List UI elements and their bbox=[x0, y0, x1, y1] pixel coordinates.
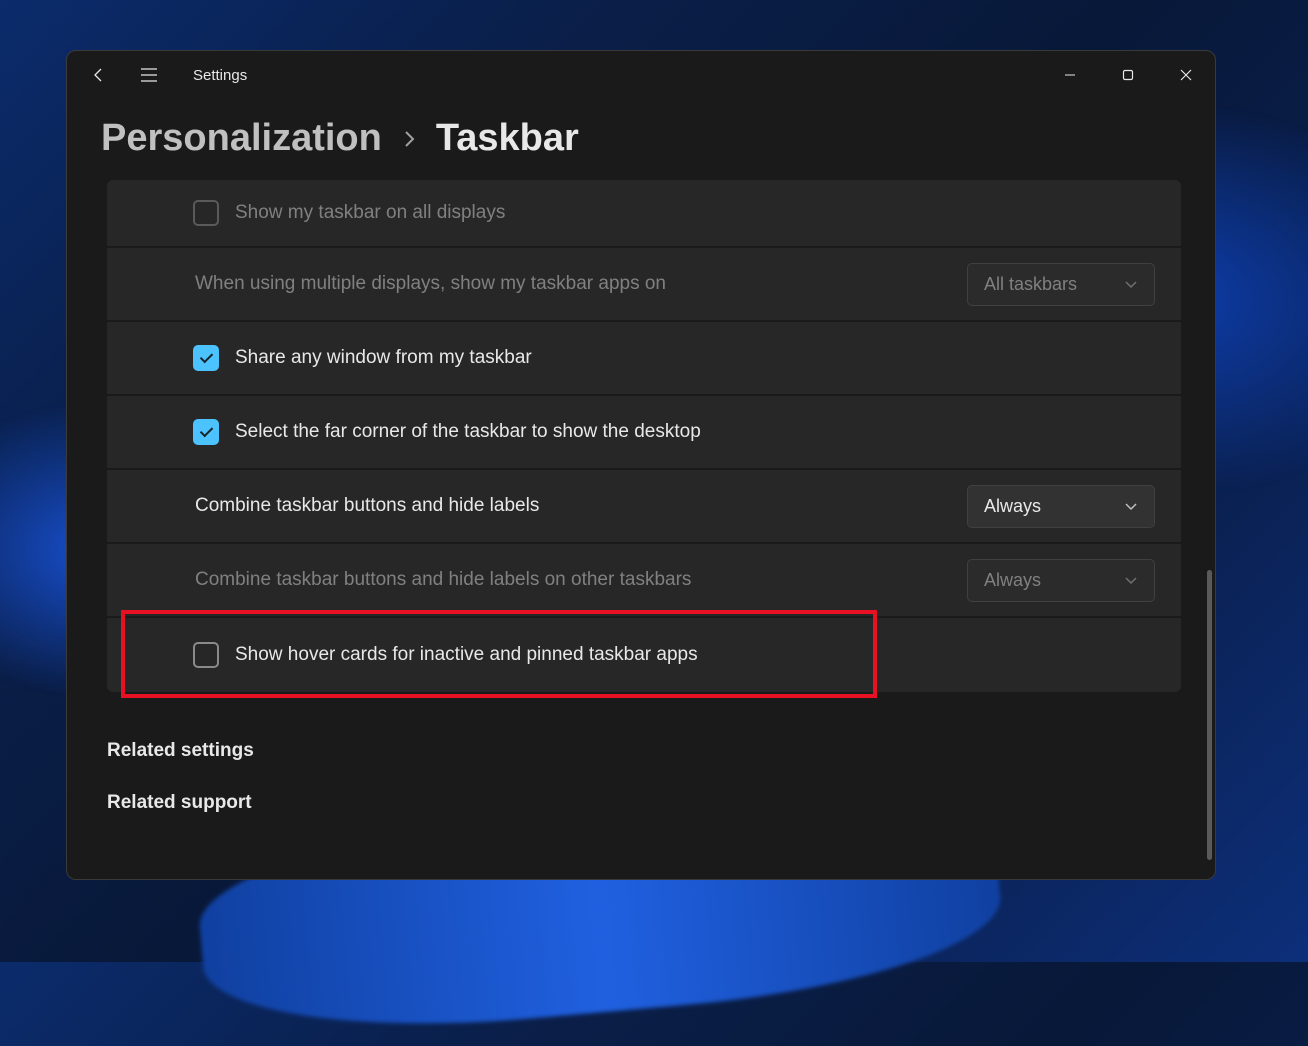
combine-buttons-other-dropdown-value: Always bbox=[984, 570, 1041, 591]
scrollbar-thumb[interactable] bbox=[1207, 570, 1212, 860]
setting-row-show-all-displays: Show my taskbar on all displays bbox=[107, 180, 1181, 248]
combine-buttons-other-label: Combine taskbar buttons and hide labels … bbox=[195, 569, 967, 591]
settings-window: Settings Personalization Taskbar Show my… bbox=[66, 50, 1216, 880]
hover-cards-label: Show hover cards for inactive and pinned… bbox=[235, 644, 1155, 666]
far-corner-desktop-label: Select the far corner of the taskbar to … bbox=[235, 421, 1155, 443]
chevron-down-icon bbox=[1124, 575, 1138, 585]
window-controls bbox=[1041, 55, 1215, 95]
hamburger-icon bbox=[140, 68, 158, 82]
breadcrumb-current: Taskbar bbox=[436, 117, 579, 160]
setting-row-share-window: Share any window from my taskbar bbox=[107, 322, 1181, 396]
related-settings-heading: Related settings bbox=[107, 740, 1181, 762]
close-icon bbox=[1180, 69, 1192, 81]
combine-buttons-label: Combine taskbar buttons and hide labels bbox=[195, 495, 967, 517]
maximize-button[interactable] bbox=[1099, 55, 1157, 95]
titlebar: Settings bbox=[67, 51, 1215, 99]
setting-row-combine-buttons: Combine taskbar buttons and hide labels A… bbox=[107, 470, 1181, 544]
combine-buttons-other-dropdown: Always bbox=[967, 559, 1155, 602]
show-all-displays-label: Show my taskbar on all displays bbox=[235, 202, 1155, 224]
chevron-down-icon bbox=[1124, 279, 1138, 289]
combine-buttons-dropdown[interactable]: Always bbox=[967, 485, 1155, 528]
setting-row-far-corner-desktop: Select the far corner of the taskbar to … bbox=[107, 396, 1181, 470]
share-window-checkbox[interactable] bbox=[193, 345, 219, 371]
multi-display-apps-dropdown-value: All taskbars bbox=[984, 274, 1077, 295]
related-support-heading: Related support bbox=[107, 792, 1181, 814]
show-all-displays-checkbox bbox=[193, 200, 219, 226]
chevron-right-icon bbox=[402, 128, 416, 150]
minimize-icon bbox=[1064, 69, 1076, 81]
combine-buttons-dropdown-value: Always bbox=[984, 496, 1041, 517]
back-arrow-icon bbox=[90, 66, 108, 84]
share-window-label: Share any window from my taskbar bbox=[235, 347, 1155, 369]
settings-group: Show my taskbar on all displays When usin… bbox=[107, 180, 1181, 692]
multi-display-apps-label: When using multiple displays, show my ta… bbox=[195, 273, 967, 295]
app-title: Settings bbox=[193, 67, 247, 84]
chevron-down-icon bbox=[1124, 501, 1138, 511]
nav-menu-button[interactable] bbox=[129, 55, 169, 95]
maximize-icon bbox=[1122, 69, 1134, 81]
breadcrumb-parent[interactable]: Personalization bbox=[101, 117, 382, 160]
multi-display-apps-dropdown: All taskbars bbox=[967, 263, 1155, 306]
settings-content: Show my taskbar on all displays When usin… bbox=[67, 180, 1215, 879]
setting-row-hover-cards: Show hover cards for inactive and pinned… bbox=[107, 618, 1181, 692]
titlebar-left: Settings bbox=[79, 55, 247, 95]
back-button[interactable] bbox=[79, 55, 119, 95]
setting-row-multi-display-apps: When using multiple displays, show my ta… bbox=[107, 248, 1181, 322]
hover-cards-checkbox[interactable] bbox=[193, 642, 219, 668]
far-corner-desktop-checkbox[interactable] bbox=[193, 419, 219, 445]
setting-row-combine-buttons-other: Combine taskbar buttons and hide labels … bbox=[107, 544, 1181, 618]
minimize-button[interactable] bbox=[1041, 55, 1099, 95]
close-button[interactable] bbox=[1157, 55, 1215, 95]
breadcrumb: Personalization Taskbar bbox=[67, 99, 1215, 180]
